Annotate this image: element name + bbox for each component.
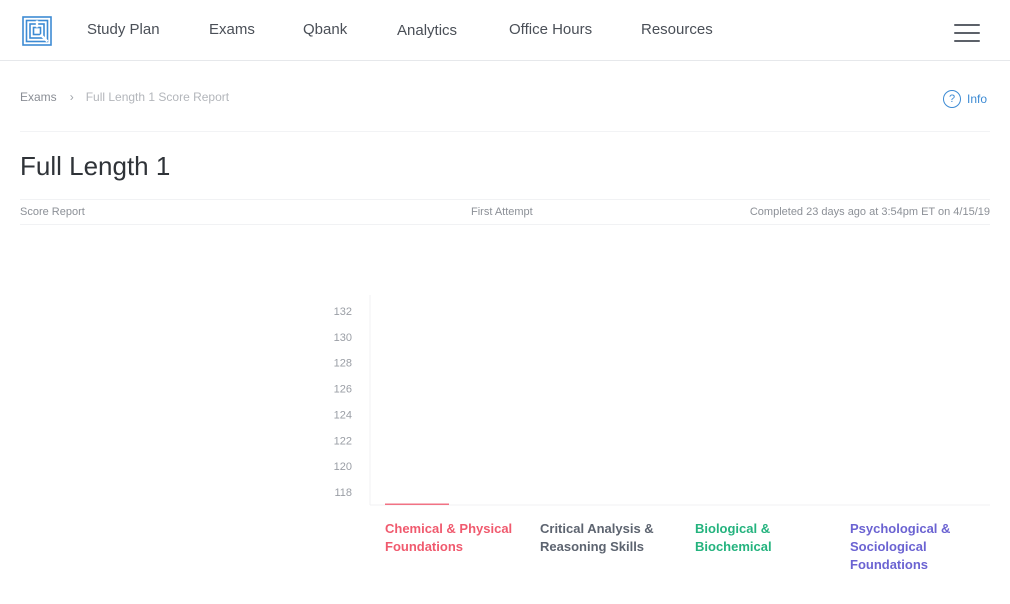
info-label: Info bbox=[967, 92, 988, 106]
category-label: Biological & Biochemical bbox=[695, 521, 772, 554]
y-tick-label: 128 bbox=[334, 358, 352, 370]
breadcrumb-exams-link[interactable]: Exams bbox=[20, 90, 57, 104]
category-label: Critical Analysis & Reasoning Skills bbox=[540, 521, 654, 554]
info-button[interactable]: ? Info bbox=[943, 89, 987, 109]
chevron-right-icon: › bbox=[69, 90, 74, 104]
divider bbox=[20, 131, 990, 132]
report-meta-row: Score Report First Attempt Completed 23 … bbox=[20, 199, 990, 225]
nav-resources[interactable]: Resources bbox=[641, 21, 713, 38]
y-tick-label: 124 bbox=[334, 409, 352, 421]
nav-study-plan[interactable]: Study Plan bbox=[87, 21, 160, 38]
nav-qbank[interactable]: Qbank bbox=[303, 21, 347, 38]
chart-plot: 118 120 122 124 126 128 130 132 bbox=[334, 295, 990, 506]
question-circle-icon: ? bbox=[943, 90, 961, 108]
nav-office-hours[interactable]: Office Hours bbox=[509, 21, 592, 38]
hamburger-menu-icon[interactable] bbox=[954, 24, 980, 42]
y-tick-label: 132 bbox=[334, 306, 352, 318]
score-bar[interactable] bbox=[385, 503, 449, 506]
breadcrumb-current: Full Length 1 Score Report bbox=[85, 90, 230, 104]
completed-timestamp: Completed 23 days ago at 3:54pm ET on 4/… bbox=[749, 206, 990, 218]
page-title: Full Length 1 bbox=[20, 151, 171, 181]
y-tick-label: 130 bbox=[334, 332, 352, 344]
y-tick-label: 122 bbox=[334, 435, 352, 447]
breadcrumb: Exams › Full Length 1 Score Report bbox=[20, 90, 229, 104]
category-label: Psychological & Sociological Foundations bbox=[850, 521, 951, 572]
y-tick-label: 118 bbox=[334, 487, 352, 499]
score-report-label: Score Report bbox=[20, 206, 85, 218]
attempt-label: First Attempt bbox=[471, 206, 533, 218]
top-nav: Study Plan Exams Qbank Analytics Office … bbox=[0, 0, 1010, 61]
y-tick-label: 120 bbox=[334, 461, 352, 473]
y-tick-label: 126 bbox=[334, 384, 352, 396]
category-label: Chemical & Physical Foundations bbox=[385, 521, 513, 554]
nav-exams[interactable]: Exams bbox=[209, 21, 255, 38]
maze-logo-icon[interactable] bbox=[22, 16, 52, 46]
section-score-chart: 118 120 122 124 126 128 130 132 Chemical & Phys… bbox=[300, 285, 1000, 585]
nav-analytics[interactable]: Analytics bbox=[397, 22, 457, 39]
